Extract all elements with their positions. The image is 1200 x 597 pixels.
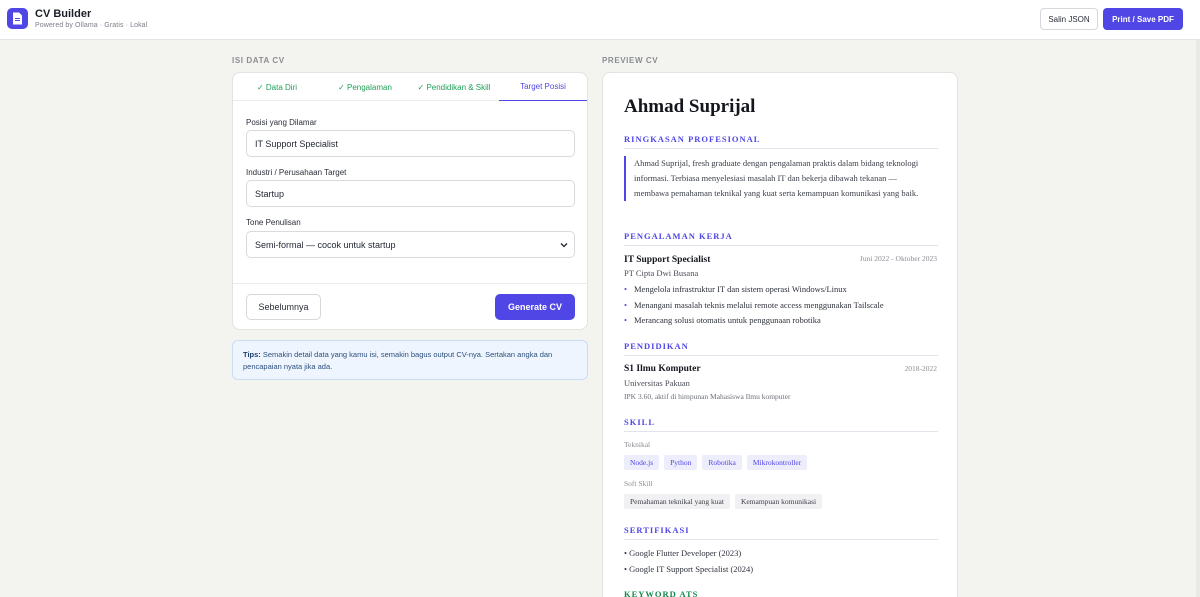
tone-label: Tone Penulisan [246, 218, 301, 227]
soft-skill-label: Soft Skill [624, 479, 653, 488]
job-date: Juni 2022 - Oktober 2023 [859, 254, 937, 263]
tips-text: Semakin detail data yang kamu isi, semak… [243, 350, 553, 371]
job-title: IT Support Specialist [624, 255, 711, 265]
summary-heading: RINGKASAN PROFESIONAL [624, 134, 761, 144]
job-company: PT Cipta Dwi Busana [624, 268, 699, 278]
soft-skills: Pemahaman teknikal yang kuat Kemampuan k… [624, 494, 823, 509]
education-heading: PENDIDIKAN [624, 341, 689, 351]
cv-name: Ahmad Suprijal [624, 96, 756, 117]
app-title: CV Builder [35, 8, 92, 20]
position-label: Posisi yang Dilamar [246, 118, 317, 127]
generate-cv-button[interactable]: Generate CV [495, 294, 575, 320]
form-card: ✓ Data Diri ✓ Pengalaman ✓ Pendidikan & … [232, 72, 588, 330]
copy-json-button[interactable]: Salin JSON [1040, 8, 1098, 30]
step-tabs: ✓ Data Diri ✓ Pengalaman ✓ Pendidikan & … [233, 73, 587, 101]
list-item: Menangani masalah teknis melalui remote … [624, 300, 884, 316]
summary-text: Ahmad Suprijal, fresh graduate dengan pe… [624, 156, 934, 201]
tips-label: Tips: [243, 350, 261, 359]
section-rule [624, 355, 938, 356]
page-scrollbar[interactable] [1196, 40, 1200, 597]
section-rule [624, 539, 938, 540]
form-section-label: ISI DATA CV [232, 56, 285, 65]
education-school: Universitas Pakuan [624, 378, 690, 388]
tab-data-diri[interactable]: ✓ Data Diri [233, 73, 321, 101]
certification-item: • Google Flutter Developer (2023) [624, 548, 742, 558]
skill-heading: SKILL [624, 417, 655, 427]
technical-skill-label: Teknikal [624, 440, 651, 449]
list-item: Mengelola infrastruktur IT dan sistem op… [624, 284, 884, 300]
experience-heading: PENGALAMAN KERJA [624, 231, 733, 241]
section-rule [624, 148, 938, 149]
skill-chip: Node.js [624, 455, 660, 470]
tone-select[interactable]: Semi-formal — cocok untuk startup [246, 231, 575, 258]
app-header: CV Builder Powered by Ollama · Gratis · … [0, 0, 1200, 40]
skill-chip: Pemahaman teknikal yang kuat [624, 494, 730, 509]
tab-target-posisi[interactable]: Target Posisi [499, 73, 587, 101]
education-degree: S1 Ilmu Komputer [624, 364, 701, 374]
previous-button[interactable]: Sebelumnya [246, 294, 321, 320]
certification-item: • Google IT Support Specialist (2024) [624, 564, 754, 574]
document-icon [7, 8, 28, 29]
tab-pengalaman[interactable]: ✓ Pengalaman [321, 73, 409, 101]
cv-preview: Ahmad Suprijal RINGKASAN PROFESIONAL Ahm… [602, 72, 958, 597]
skill-chip: Robotika [702, 455, 742, 470]
certification-heading: SERTIFIKASI [624, 525, 690, 535]
education-years: 2018-2022 [904, 364, 938, 373]
app-subtitle: Powered by Ollama · Gratis · Lokal [35, 22, 148, 29]
tab-pendidikan-skill[interactable]: ✓ Pendidikan & Skill [409, 73, 499, 101]
industry-label: Industri / Perusahaan Target [246, 168, 347, 177]
position-input[interactable]: IT Support Specialist [246, 130, 575, 157]
section-rule [624, 431, 938, 432]
print-save-pdf-button[interactable]: Print / Save PDF [1103, 8, 1183, 30]
technical-skills: Node.js Python Robotika Mikrokontroller [624, 455, 808, 470]
keyword-ats-heading: KEYWORD ATS [624, 589, 699, 597]
chevron-down-icon [560, 243, 568, 248]
skill-chip: Kemampuan komunikasi [734, 494, 823, 509]
skill-chip: Python [664, 455, 698, 470]
form-divider [233, 283, 587, 284]
preview-section-label: PREVIEW CV [602, 56, 659, 65]
industry-input[interactable]: Startup [246, 180, 575, 207]
education-note: IPK 3.60, aktif di himpunan Mahasiswa Il… [624, 392, 791, 401]
tips-box: Tips: Semakin detail data yang kamu isi,… [232, 340, 588, 380]
list-item: Merancang solusi otomatis untuk pengguna… [624, 315, 884, 331]
tone-select-value: Semi-formal — cocok untuk startup [255, 239, 396, 250]
section-rule [624, 245, 938, 246]
skill-chip: Mikrokontroller [746, 455, 808, 470]
job-bullets: Mengelola infrastruktur IT dan sistem op… [624, 284, 884, 331]
